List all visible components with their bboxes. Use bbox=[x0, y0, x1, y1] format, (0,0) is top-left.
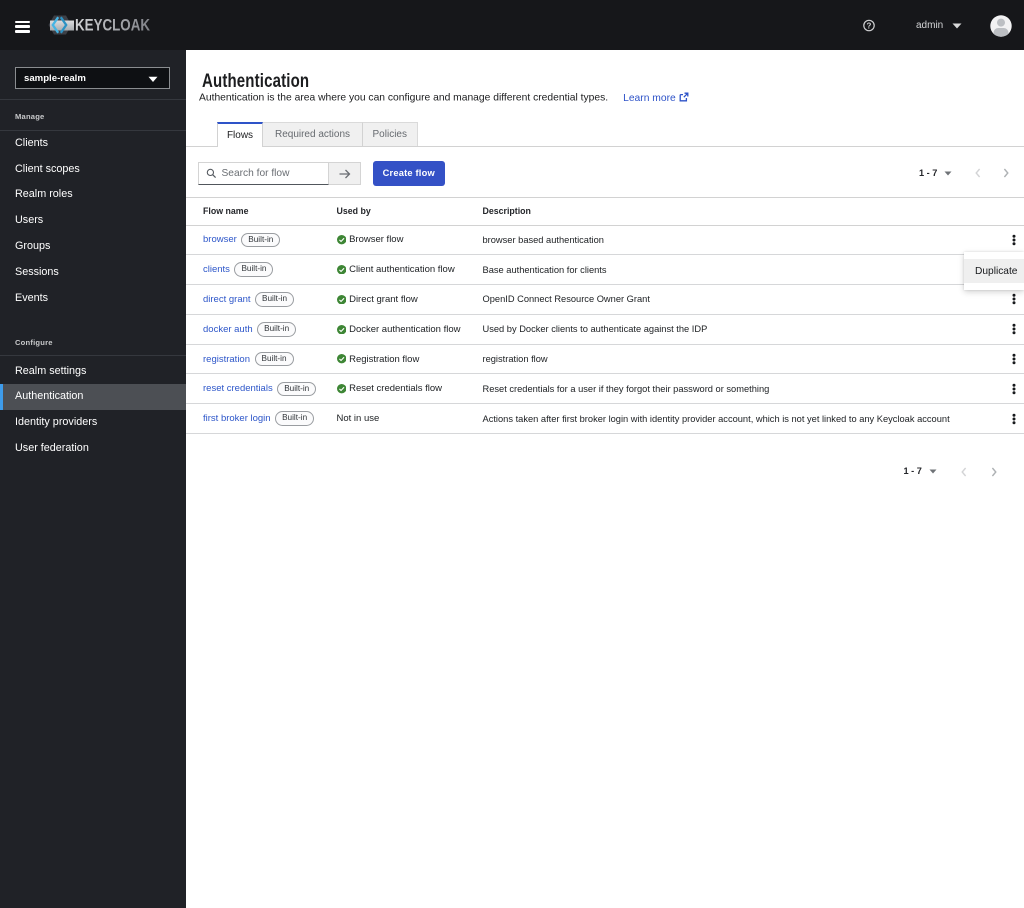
svg-text:KEYCLOAK: KEYCLOAK bbox=[75, 17, 150, 35]
svg-text:?: ? bbox=[867, 21, 872, 30]
